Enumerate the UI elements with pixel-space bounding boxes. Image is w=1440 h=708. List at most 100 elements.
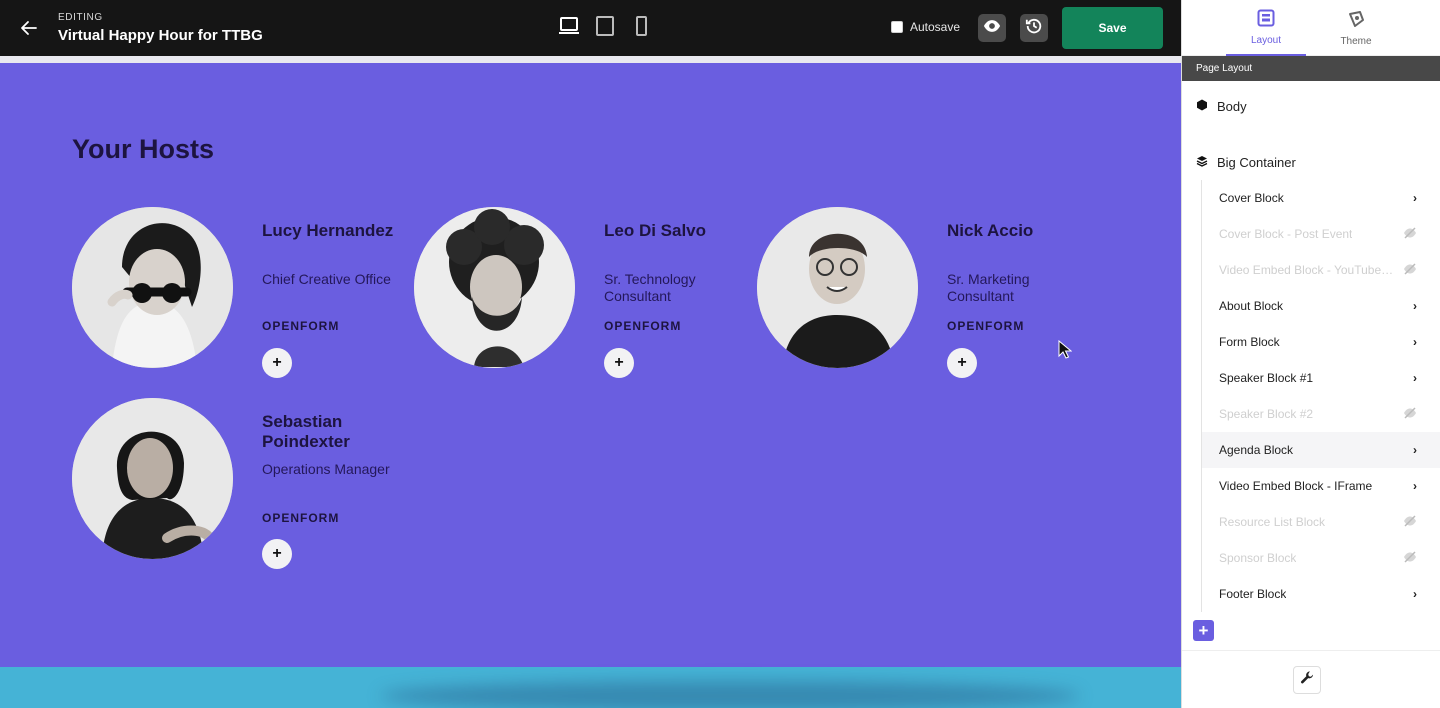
history-button[interactable]	[1020, 14, 1048, 42]
desktop-icon[interactable]	[558, 15, 580, 37]
preview-button[interactable]	[978, 14, 1006, 42]
settings-button[interactable]	[1293, 666, 1321, 694]
block-item[interactable]: About Block ›	[1202, 288, 1440, 324]
block-label: Cover Block	[1219, 191, 1284, 205]
add-block-button[interactable]: +	[1193, 620, 1214, 641]
host-card: Lucy Hernandez Chief Creative Office OPE…	[72, 207, 402, 378]
autosave-checkbox[interactable]	[891, 21, 903, 33]
host-name: Nick Accio	[947, 221, 1034, 240]
block-item[interactable]: Video Embed Block - YouTube/...	[1202, 252, 1440, 288]
chevron-right-icon[interactable]: ›	[1413, 443, 1417, 457]
block-item[interactable]: Cover Block - Post Event	[1202, 216, 1440, 252]
block-item[interactable]: Speaker Block #1 ›	[1202, 360, 1440, 396]
tab-theme-label: Theme	[1340, 35, 1372, 47]
chevron-right-icon[interactable]: ›	[1413, 191, 1417, 205]
block-label: Agenda Block	[1219, 443, 1294, 457]
host-expand-button[interactable]: +	[947, 348, 977, 378]
host-organization: OPENFORM	[947, 319, 1025, 333]
panel-tabs: Layout Theme	[1182, 0, 1440, 56]
block-item[interactable]: Form Block ›	[1202, 324, 1440, 360]
host-role: Sr. Technology Consultant	[604, 271, 696, 304]
body-label: Body	[1217, 99, 1247, 114]
section-divider	[0, 56, 1181, 63]
hidden-eye-icon[interactable]	[1403, 226, 1417, 242]
editor-topbar: EDITING Virtual Happy Hour for TTBG Auto…	[0, 0, 1181, 56]
editing-label: EDITING	[58, 12, 103, 23]
hidden-eye-icon[interactable]	[1403, 262, 1417, 278]
wrench-icon	[1300, 670, 1315, 690]
block-item[interactable]: Sponsor Block	[1202, 540, 1440, 576]
layout-panel: Layout Theme Page Layout Body Big Contai…	[1181, 0, 1440, 708]
host-avatar	[414, 207, 575, 368]
next-section-preview	[0, 667, 1181, 708]
block-item[interactable]: Cover Block ›	[1202, 180, 1440, 216]
block-item[interactable]: Video Embed Block - IFrame ›	[1202, 468, 1440, 504]
host-card: Sebastian Poindexter Operations Manager …	[72, 398, 402, 569]
host-expand-button[interactable]: +	[262, 348, 292, 378]
autosave-toggle[interactable]: Autosave	[891, 20, 960, 34]
host-expand-button[interactable]: +	[604, 348, 634, 378]
block-label: Form Block	[1219, 335, 1280, 349]
mobile-icon[interactable]	[630, 15, 652, 37]
block-label: Video Embed Block - IFrame	[1219, 479, 1373, 493]
host-role: Operations Manager	[262, 461, 390, 477]
hidden-eye-icon[interactable]	[1403, 406, 1417, 422]
host-organization: OPENFORM	[262, 511, 340, 525]
hidden-eye-icon[interactable]	[1403, 514, 1417, 530]
layout-icon	[1257, 9, 1275, 30]
section-title: Your Hosts	[72, 134, 215, 164]
big-container-label: Big Container	[1217, 155, 1296, 170]
block-item[interactable]: Agenda Block ›	[1202, 432, 1440, 468]
host-organization: OPENFORM	[262, 319, 340, 333]
block-label: Resource List Block	[1219, 515, 1326, 529]
block-label: Footer Block	[1219, 587, 1287, 601]
block-label: Video Embed Block - YouTube/...	[1219, 263, 1394, 277]
tab-layout[interactable]: Layout	[1226, 0, 1306, 56]
host-role: Chief Creative Office	[262, 271, 391, 287]
host-organization: OPENFORM	[604, 319, 682, 333]
host-card: Nick Accio Sr. Marketing Consultant OPEN…	[757, 207, 1087, 378]
block-list: Cover Block › Cover Block - Post Event V…	[1201, 180, 1440, 612]
block-label: Sponsor Block	[1219, 551, 1297, 565]
host-avatar	[72, 398, 233, 559]
block-item[interactable]: Resource List Block	[1202, 504, 1440, 540]
tablet-icon[interactable]	[594, 15, 616, 37]
host-expand-button[interactable]: +	[262, 539, 292, 569]
back-arrow-icon[interactable]	[18, 17, 40, 39]
block-item[interactable]: Footer Block ›	[1202, 576, 1440, 612]
chevron-right-icon[interactable]: ›	[1413, 335, 1417, 349]
layers-icon	[1196, 155, 1208, 170]
mouse-cursor-icon	[1058, 339, 1073, 365]
host-name: Lucy Hernandez	[262, 221, 394, 240]
panel-header: Page Layout	[1182, 56, 1440, 81]
host-name: Leo Di Salvo	[604, 221, 707, 240]
device-preview-switcher	[558, 15, 652, 37]
host-avatar	[757, 207, 918, 368]
hidden-eye-icon[interactable]	[1403, 550, 1417, 566]
host-card: Leo Di Salvo Sr. Technology Consultant O…	[414, 207, 744, 378]
document-title: Virtual Happy Hour for TTBG	[58, 27, 263, 44]
chevron-right-icon[interactable]: ›	[1413, 371, 1417, 385]
layout-item-big-container[interactable]: Big Container	[1196, 155, 1296, 170]
host-name: Sebastian Poindexter	[262, 412, 350, 452]
block-label: About Block	[1219, 299, 1284, 313]
history-icon	[1025, 17, 1043, 40]
block-label: Cover Block - Post Event	[1219, 227, 1353, 241]
theme-icon	[1347, 10, 1365, 31]
page-canvas: Your Hosts Lucy Hernandez Chief Creative…	[0, 56, 1181, 708]
chevron-right-icon[interactable]: ›	[1413, 299, 1417, 313]
save-button[interactable]: Save	[1062, 7, 1163, 49]
host-role: Sr. Marketing Consultant	[947, 271, 1030, 304]
layout-item-body[interactable]: Body	[1196, 99, 1247, 114]
tab-theme[interactable]: Theme	[1316, 0, 1396, 56]
body-hexagon-icon	[1196, 99, 1208, 114]
eye-icon	[983, 17, 1001, 40]
tab-layout-label: Layout	[1250, 34, 1282, 46]
panel-divider	[1182, 650, 1440, 651]
chevron-right-icon[interactable]: ›	[1413, 479, 1417, 493]
chevron-right-icon[interactable]: ›	[1413, 587, 1417, 601]
autosave-label: Autosave	[910, 20, 961, 34]
block-label: Speaker Block #1	[1219, 371, 1314, 385]
host-avatar	[72, 207, 233, 368]
block-item[interactable]: Speaker Block #2	[1202, 396, 1440, 432]
